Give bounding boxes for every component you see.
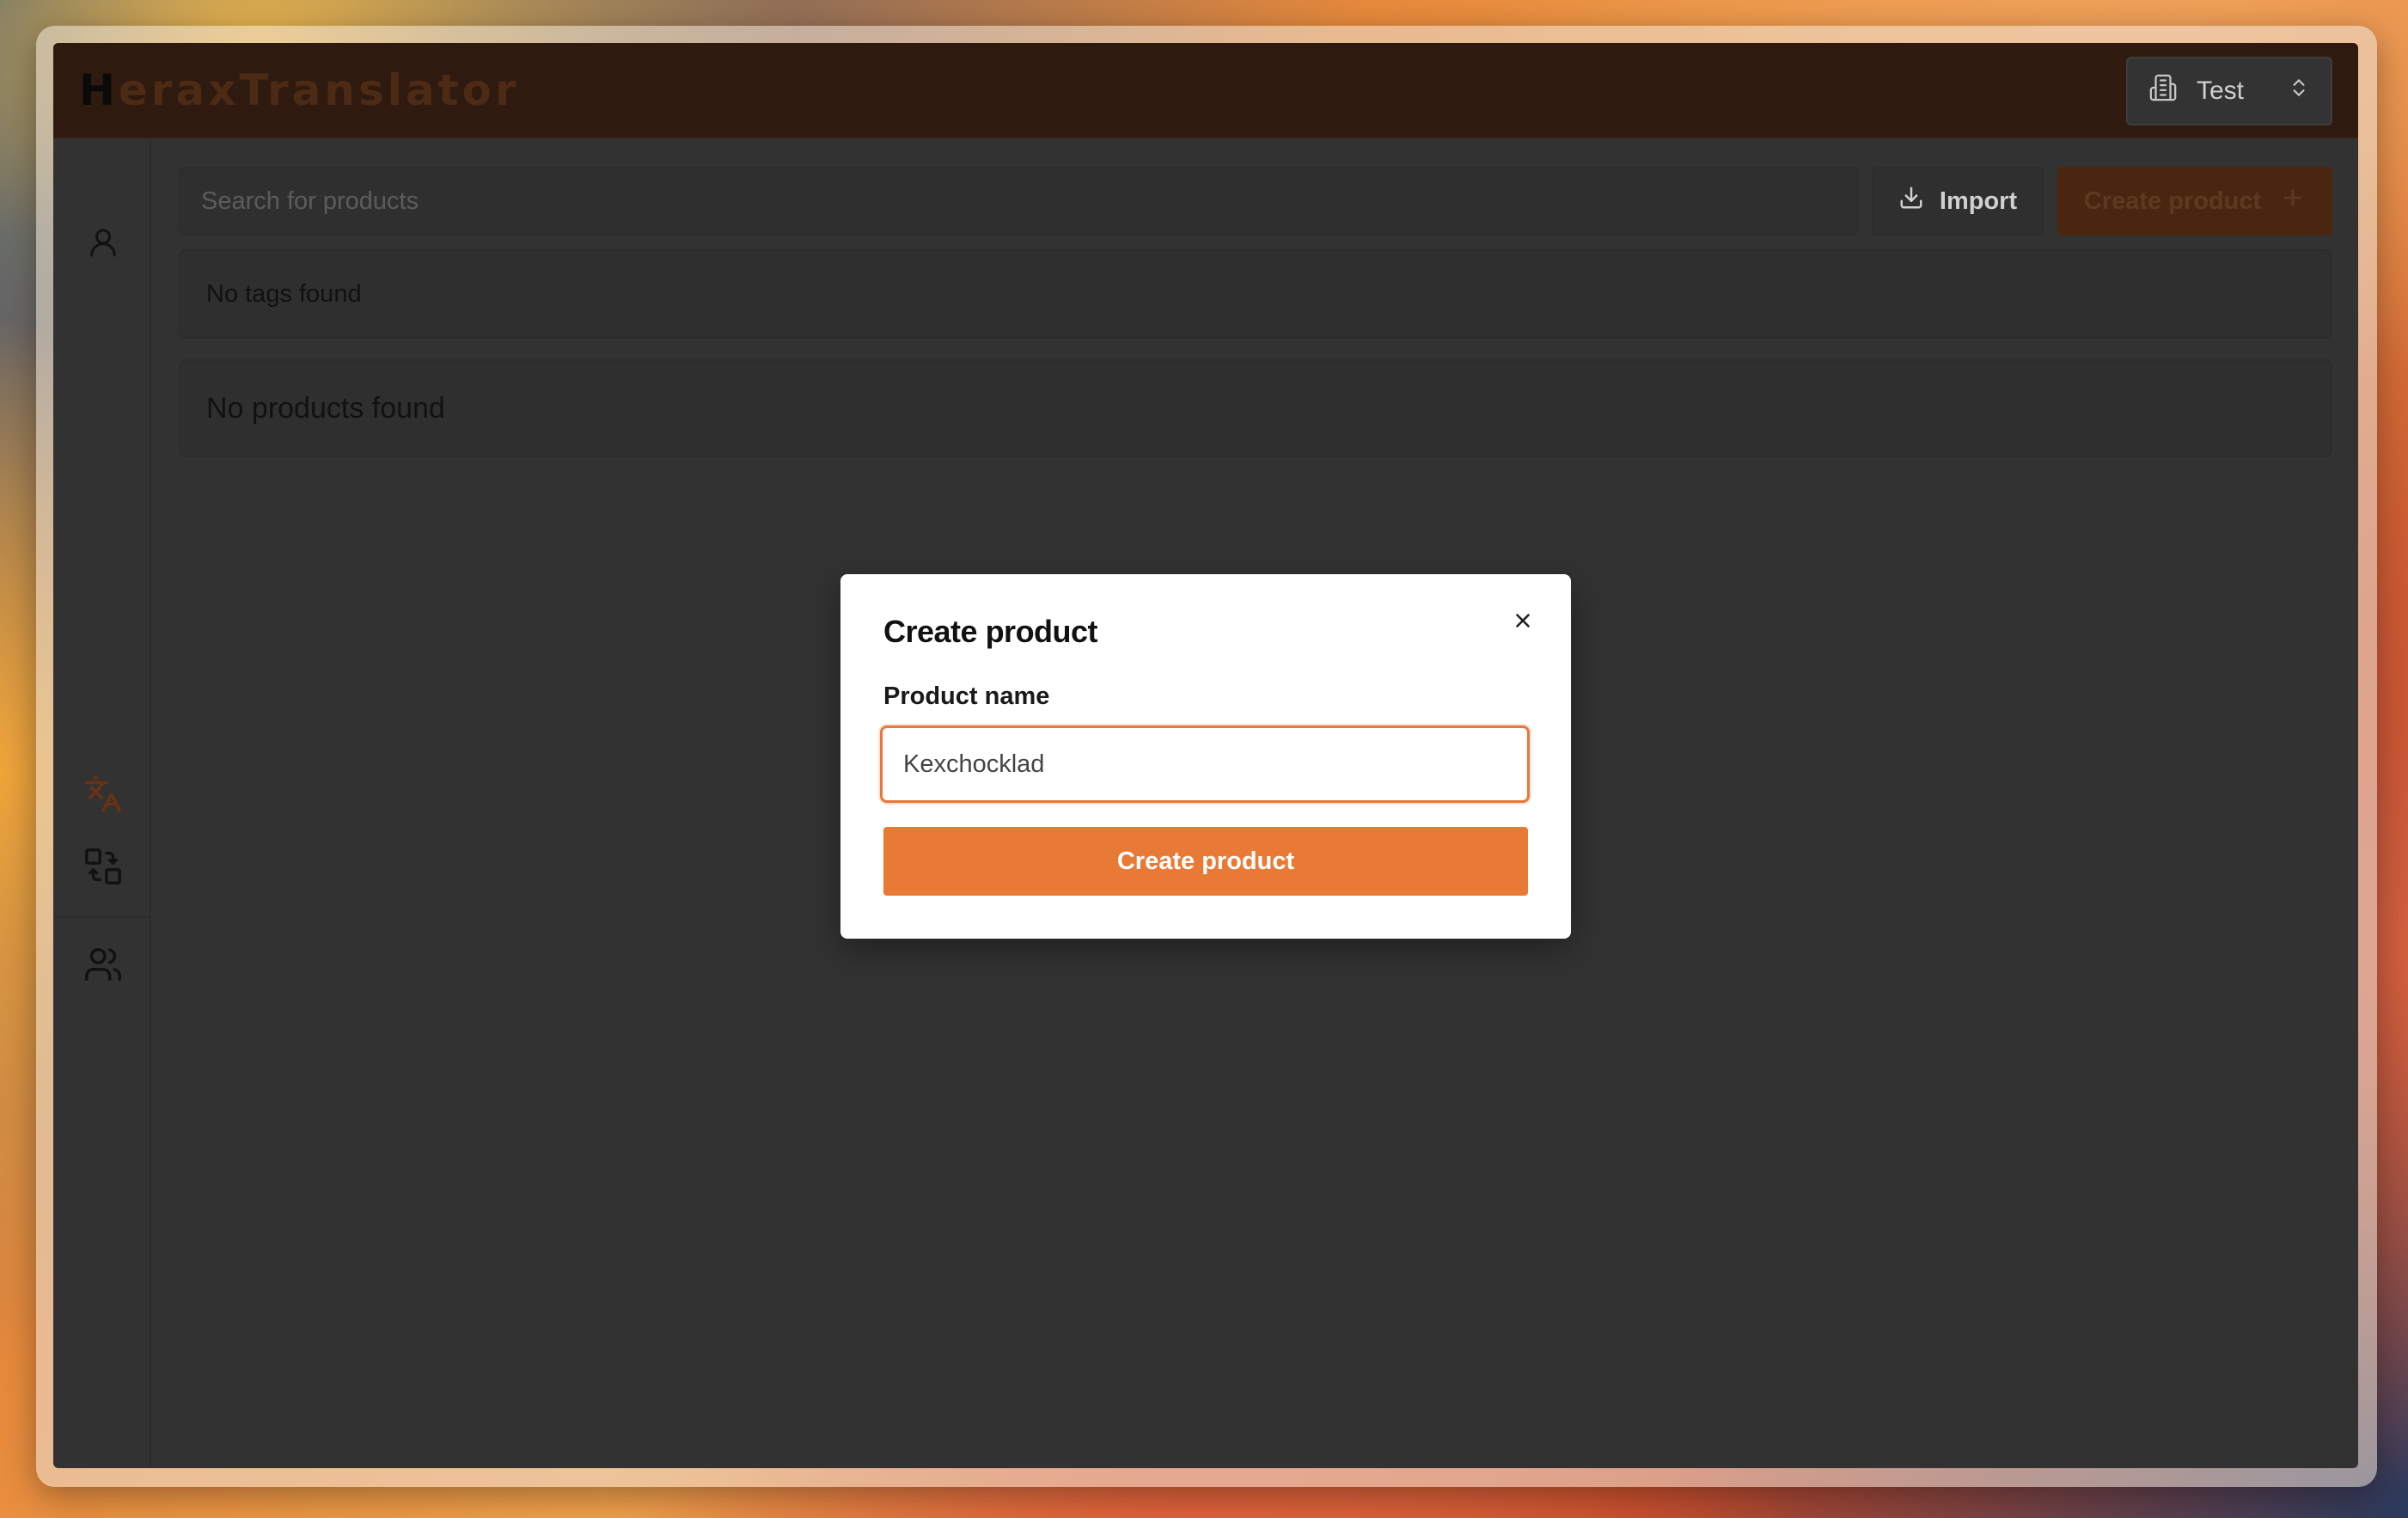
- modal-title: Create product: [883, 614, 1098, 649]
- top-bar: HeraxTranslator Test: [53, 43, 2358, 139]
- products-empty-text: No products found: [206, 392, 445, 425]
- import-button[interactable]: Import: [1872, 167, 2044, 236]
- close-icon[interactable]: [1506, 603, 1540, 638]
- organization-select[interactable]: Test: [2126, 57, 2332, 125]
- users-icon[interactable]: [79, 940, 127, 989]
- product-name-input[interactable]: [880, 725, 1530, 803]
- search-input[interactable]: [179, 167, 1858, 236]
- submit-create-product-button[interactable]: Create product: [883, 827, 1528, 896]
- plus-icon: [2280, 185, 2306, 217]
- sidebar-divider: [53, 916, 151, 918]
- sidebar: [53, 139, 151, 1468]
- user-icon[interactable]: [79, 218, 127, 266]
- create-product-label: Create product: [2083, 187, 2262, 215]
- product-name-label: Product name: [883, 682, 1050, 710]
- logo-initial: H: [79, 65, 119, 115]
- logo-text: eraxTranslator: [118, 65, 520, 115]
- translate-icon[interactable]: [79, 770, 127, 818]
- organization-label: Test: [2197, 77, 2245, 105]
- building-icon: [2148, 73, 2178, 109]
- chevron-updown-icon: [2288, 75, 2310, 107]
- app-logo: HeraxTranslator: [79, 65, 520, 115]
- products-panel: No products found: [179, 359, 2332, 457]
- qr-swap-icon[interactable]: [79, 842, 127, 891]
- import-label: Import: [1939, 187, 2018, 215]
- tags-empty-text: No tags found: [206, 280, 362, 308]
- create-product-modal: Create product Product name Create produ…: [840, 574, 1571, 939]
- tags-panel: No tags found: [179, 249, 2332, 339]
- download-icon: [1898, 185, 1924, 217]
- create-product-button[interactable]: Create product: [2057, 167, 2332, 236]
